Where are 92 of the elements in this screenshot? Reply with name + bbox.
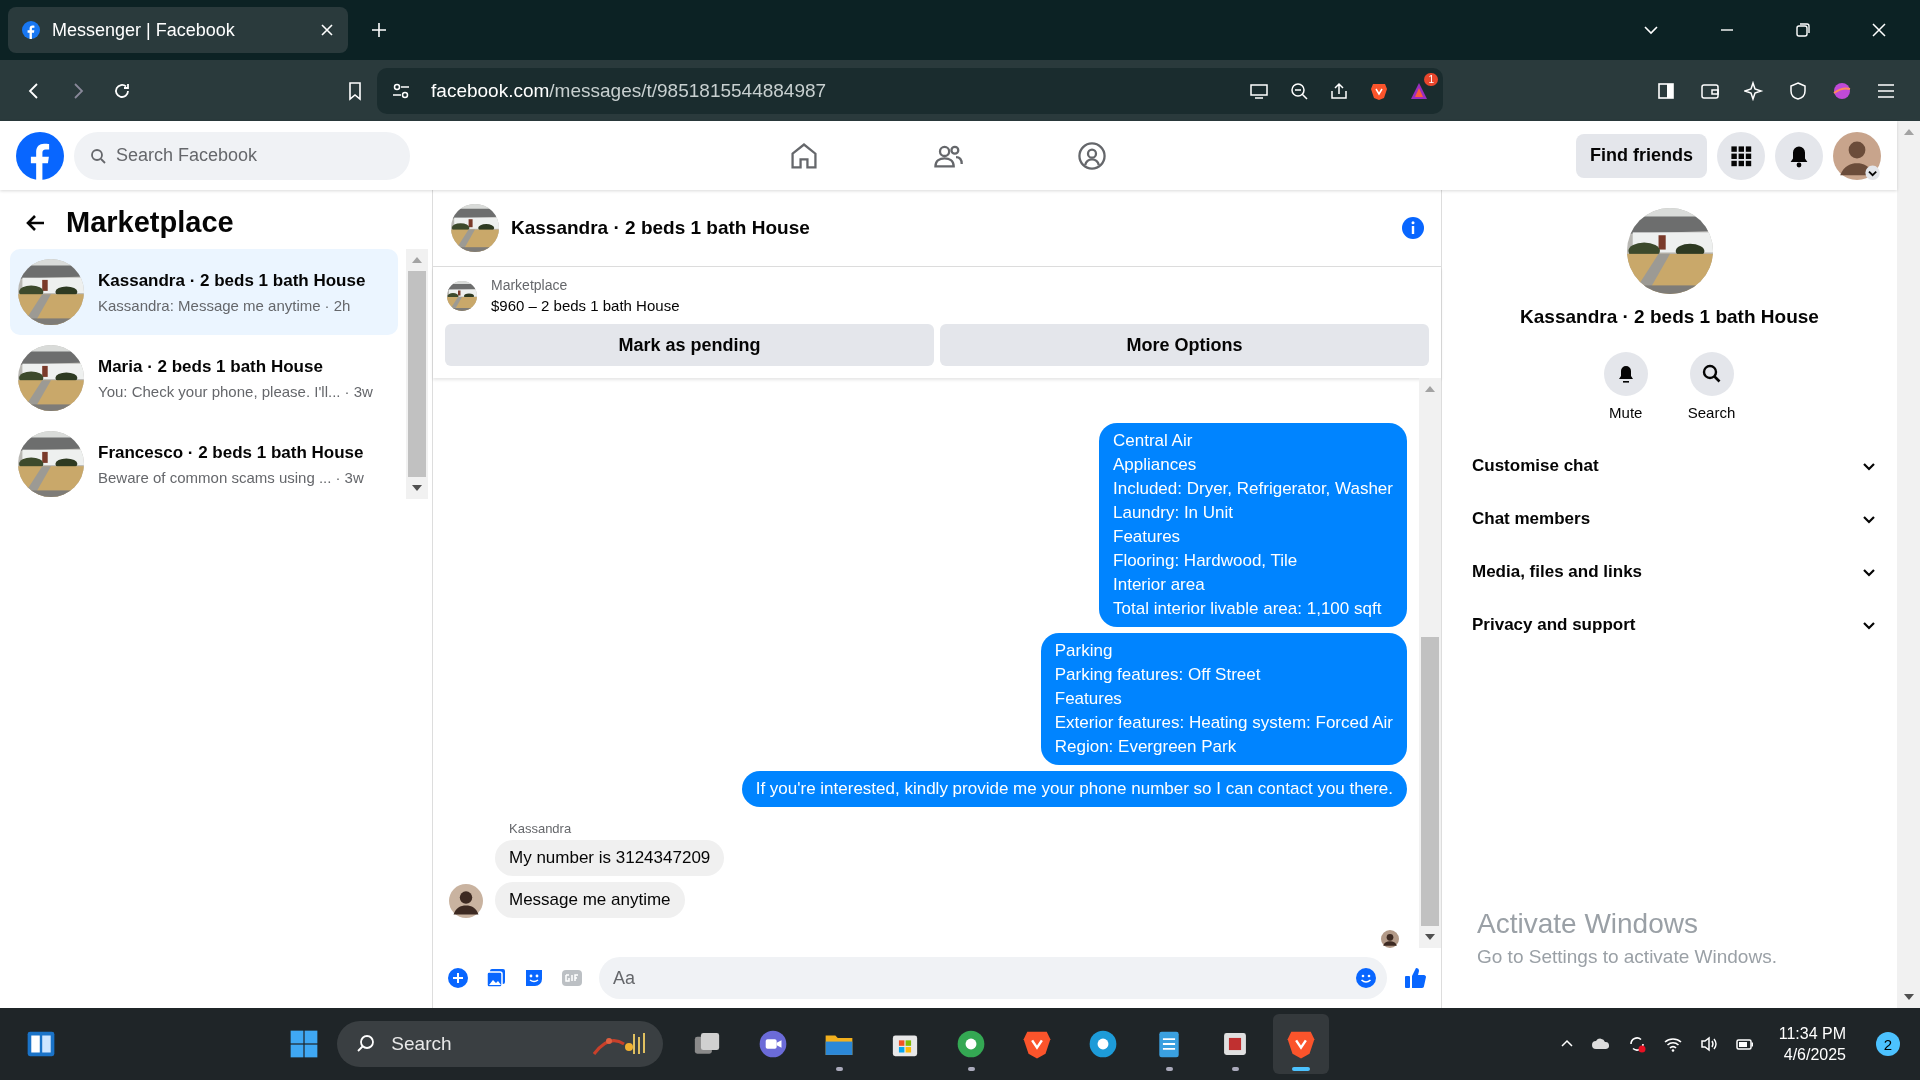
share-icon[interactable]	[1328, 80, 1349, 101]
groups-icon[interactable]	[1076, 139, 1108, 172]
message-text: Parking	[1054, 640, 1114, 662]
address-bar[interactable]: facebook.com/messages/t/9851815544884987 1	[377, 67, 1443, 114]
scroll-down-icon[interactable]	[412, 485, 422, 491]
thumbs-up-icon[interactable]	[1403, 966, 1427, 990]
bell-button[interactable]	[1603, 352, 1648, 396]
message-text: Features	[1054, 688, 1123, 710]
message-text: Parking features: Off Street	[1054, 664, 1262, 686]
listing-action-button[interactable]: Mark as pending	[445, 324, 934, 366]
message-text: Total interior livable area: 1,100 sqft	[1113, 598, 1383, 620]
sender-name: Kassandra	[509, 821, 573, 836]
action-label: Search	[1687, 404, 1736, 421]
message-text: Message me anytime	[509, 889, 671, 911]
avatar	[449, 884, 483, 918]
search-icon	[90, 147, 106, 164]
conversation-name: Francesco · 2 beds 1 bath House	[98, 442, 364, 463]
message-preview: Kassandra: Message me anytime	[98, 296, 321, 314]
message-time: · 3w	[344, 382, 373, 400]
close-icon[interactable]	[320, 23, 334, 37]
sidebar-icon[interactable]	[1656, 80, 1676, 101]
message-preview: Beware of common scams using ...	[98, 468, 332, 486]
speaker-icon[interactable]	[1698, 1034, 1719, 1054]
section-header[interactable]: Customise chat	[1472, 439, 1877, 492]
time-text: 11:34 PM	[1778, 1024, 1846, 1043]
notification-badge[interactable]: 2	[1876, 1032, 1900, 1056]
message-text: Flooring: Hardwood, Tile	[1113, 550, 1299, 572]
conversation-name: Kassandra · 2 beds 1 bath House	[98, 270, 366, 291]
search-field[interactable]: Search Facebook	[74, 131, 410, 180]
date-text: 4/6/2025	[1783, 1045, 1846, 1064]
message-time: · 2h	[324, 296, 351, 314]
find-friends-button[interactable]: Find friends	[1576, 133, 1707, 178]
chat-title: Kassandra · 2 beds 1 bath House	[511, 217, 810, 239]
facebook-logo[interactable]	[16, 131, 64, 180]
conversation-item[interactable]: Kassandra · 2 beds 1 bath House Kassandra: Message me anytime · 2h	[10, 249, 398, 335]
emoji-icon[interactable]	[1355, 967, 1377, 989]
action-label: Mute	[1609, 404, 1643, 421]
grid-menu-icon[interactable]	[1717, 131, 1765, 180]
restore-icon[interactable]	[1794, 21, 1812, 39]
taskbar-search-field[interactable]: Search	[337, 1021, 664, 1067]
planet-icon[interactable]	[1832, 80, 1852, 101]
message-time: · 3w	[335, 468, 364, 486]
scroll-down-icon[interactable]	[1903, 994, 1914, 1000]
message-text: Exterior features: Heating system: Forced Air	[1054, 712, 1393, 734]
marketplace-title: Marketplace	[66, 206, 234, 239]
scrollbar[interactable]	[1897, 121, 1920, 1008]
scroll-down-icon[interactable]	[1425, 934, 1435, 940]
url-text: facebook.com/messages/t/9851815544884987	[431, 79, 827, 102]
facebook-icon	[22, 21, 40, 39]
search-button[interactable]	[1689, 352, 1734, 396]
listing-label: Marketplace	[491, 277, 569, 293]
message-text: Appliances	[1113, 454, 1198, 476]
clock[interactable]: 11:34 PM 4/6/2025	[1778, 1024, 1846, 1064]
bell-icon[interactable]	[1775, 131, 1823, 180]
message-text: Central Air	[1113, 430, 1194, 452]
shield-icon[interactable]	[1788, 80, 1808, 101]
new-tab-icon[interactable]	[370, 21, 388, 39]
listing-action-button[interactable]: More Options	[940, 324, 1429, 366]
info-icon[interactable]	[1401, 216, 1425, 240]
message-text: Features	[1113, 526, 1182, 548]
conversation-item[interactable]: Francesco · 2 beds 1 bath House Beware of common scams using ... · 3w	[10, 421, 398, 507]
zoom-out-icon[interactable]	[1288, 80, 1309, 101]
section-header[interactable]: Media, files and links	[1472, 545, 1877, 598]
image-icon[interactable]	[485, 967, 507, 989]
message-text: My number is 3124347209	[509, 847, 711, 869]
message-field[interactable]: Aa	[599, 957, 1387, 999]
section-header[interactable]: Chat members	[1472, 492, 1877, 545]
plus-icon[interactable]	[447, 967, 469, 989]
sticker-icon[interactable]	[523, 967, 545, 989]
listing-title: $960 – 2 beds 1 bath House	[491, 297, 680, 314]
message-text: Included: Dryer, Refrigerator, Washer	[1113, 478, 1393, 500]
close-icon[interactable]	[1870, 21, 1888, 39]
message-text: Interior area	[1113, 574, 1206, 596]
section-header[interactable]: Privacy and support	[1472, 598, 1877, 651]
message-text: Region: Evergreen Park	[1054, 736, 1238, 758]
conversation-title: Kassandra · 2 beds 1 bath House	[1520, 306, 1819, 328]
message-text: If you're interested, kindly provide me your phone number so I can contact you there.	[755, 778, 1393, 800]
scrollbar[interactable]	[1419, 378, 1441, 948]
browser-tab[interactable]: Messenger | Facebook	[8, 7, 348, 53]
activation-notice-text: Go to Settings to activate Windows.	[1477, 946, 1778, 968]
conversation-item[interactable]: Maria · 2 beds 1 bath House You: Check your phone, please. I'll... · 3w	[10, 335, 398, 421]
avatar[interactable]	[1833, 131, 1881, 180]
message-preview: You: Check your phone, please. I'll...	[98, 382, 341, 400]
sparkle-icon[interactable]	[1744, 80, 1764, 101]
message-text: Laundry: In Unit	[1113, 502, 1234, 524]
taskbar-app[interactable]	[1273, 1014, 1330, 1074]
conversation-name: Maria · 2 beds 1 bath House	[98, 356, 324, 377]
seen-avatar	[1381, 930, 1399, 948]
activation-notice-title: Activate Windows	[1477, 908, 1699, 940]
notification-badge: 1	[1424, 72, 1438, 86]
tab-title: Messenger | Facebook	[52, 19, 236, 41]
scrollbar[interactable]	[406, 249, 428, 499]
